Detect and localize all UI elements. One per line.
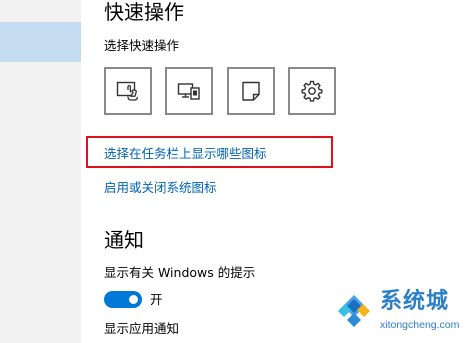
- watermark: 系统城 xitongcheng.com: [324, 285, 474, 343]
- windows-tips-label: 显示有关 Windows 的提示: [104, 265, 256, 280]
- settings-icon: [301, 80, 323, 102]
- quick-actions-subtitle: 选择快速操作: [104, 38, 180, 53]
- toggle-state-label: 开: [150, 292, 163, 307]
- quick-action-note-button[interactable]: [227, 67, 275, 115]
- windows-tips-toggle[interactable]: [104, 291, 142, 308]
- project-icon: [177, 83, 200, 100]
- note-icon: [242, 81, 260, 101]
- tablet-mode-icon: [116, 81, 139, 101]
- left-nav-pane: [0, 0, 81, 343]
- quick-actions-title: 快速操作: [104, 0, 184, 24]
- toggle-knob: [129, 295, 138, 304]
- watermark-logo-icon: [338, 295, 370, 327]
- watermark-url: xitongcheng.com: [380, 319, 460, 331]
- watermark-text: 系统城: [380, 289, 450, 314]
- highlight-box: [86, 136, 333, 168]
- notifications-title: 通知: [104, 228, 144, 252]
- nav-selected-item[interactable]: [0, 22, 81, 62]
- quick-action-tablet-mode-button[interactable]: [104, 67, 152, 115]
- quick-action-settings-button[interactable]: [288, 67, 336, 115]
- system-icons-link[interactable]: 启用或关闭系统图标: [104, 180, 217, 196]
- app-notifications-label: 显示应用通知: [104, 321, 180, 336]
- quick-action-project-button[interactable]: [165, 67, 213, 115]
